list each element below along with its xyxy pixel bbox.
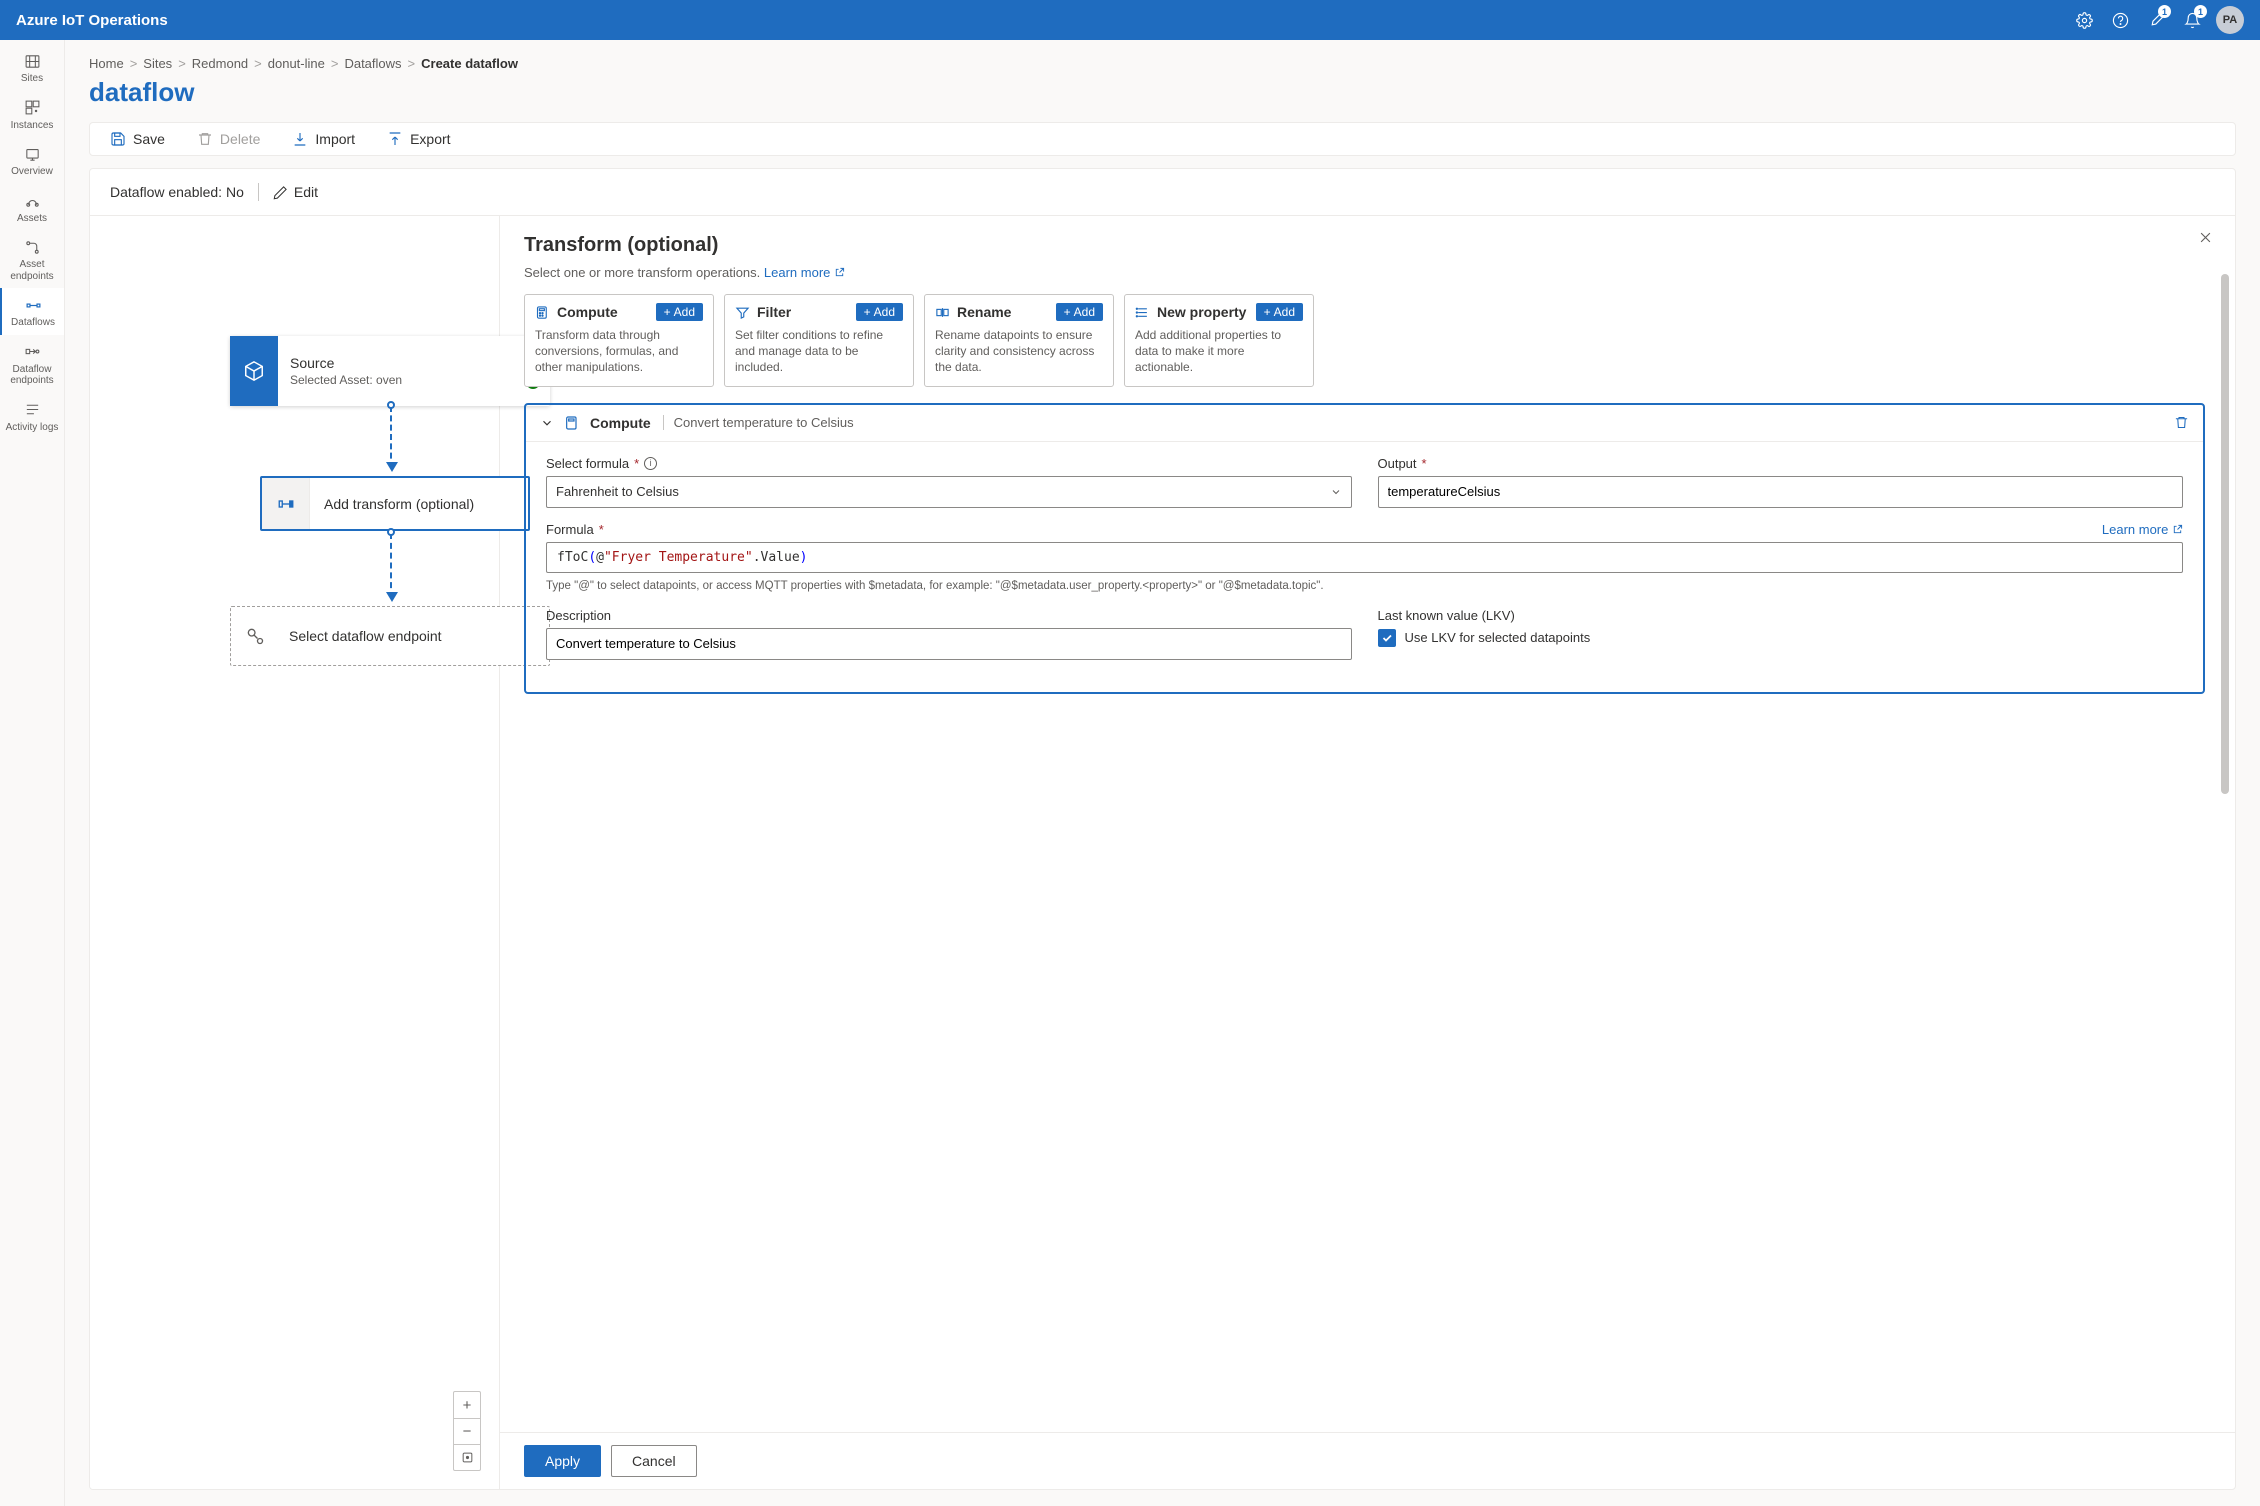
export-button[interactable]: Export [387,131,450,147]
add-new-property-button[interactable]: + Add [1256,303,1303,321]
breadcrumb-link[interactable]: donut-line [268,56,325,71]
transform-node[interactable]: Add transform (optional) [260,476,530,531]
sidenav-label: Dataflow endpoints [2,364,62,387]
apply-button[interactable]: Apply [524,1445,601,1477]
new-property-card: New property + Add Add additional proper… [1124,294,1314,387]
notifications-icon[interactable]: 1 [2174,2,2210,38]
sidenav-label: Sites [21,73,43,85]
sidenav-dataflows[interactable]: Dataflows [0,288,64,335]
dataflow-endpoints-icon [23,343,41,361]
cube-icon [230,336,278,406]
sidenav-assets[interactable]: Assets [0,184,64,231]
filter-card: Filter + Add Set filter conditions to re… [724,294,914,387]
dataflow-canvas[interactable]: Source Selected Asset: oven ⋯ [90,216,500,1489]
compute-card: Compute + Add Transform data through con… [524,294,714,387]
learn-more-link[interactable]: Learn more [2102,522,2183,537]
breadcrumb-link[interactable]: Home [89,56,124,71]
feedback-badge: 1 [2158,5,2171,18]
delete-icon[interactable] [2174,415,2189,430]
assets-icon [23,192,41,210]
output-input[interactable] [1378,476,2184,508]
zoom-fit-button[interactable] [454,1444,480,1470]
sidenav-label: Activity logs [6,422,59,434]
panel-subtitle: Select one or more transform operations.… [524,265,2205,280]
overview-icon [23,145,41,163]
sidenav-label: Dataflows [11,317,55,329]
transform-panel: Transform (optional) Select one or more … [500,216,2235,1489]
rename-card: Rename + Add Rename datapoints to ensure… [924,294,1114,387]
notifications-badge: 1 [2194,5,2207,18]
command-bar: Save Delete Import Export [89,122,2236,156]
delete-button: Delete [197,131,260,147]
breadcrumb: Home> Sites> Redmond> donut-line> Datafl… [89,56,2236,71]
compute-instance: Compute Convert temperature to Celsius S… [524,403,2205,694]
sidenav-activity-logs[interactable]: Activity logs [0,393,64,440]
panel-title: Transform (optional) [524,234,2205,257]
breadcrumb-link[interactable]: Dataflows [344,56,401,71]
save-button[interactable]: Save [110,131,165,147]
formula-hint: Type "@" to select datapoints, or access… [546,578,2183,594]
asset-endpoints-icon [23,238,41,256]
sites-icon [23,52,41,70]
add-filter-button[interactable]: + Add [856,303,903,321]
lkv-checkbox[interactable] [1378,629,1396,647]
endpoint-icon [231,626,279,646]
cancel-button[interactable]: Cancel [611,1445,697,1477]
sidenav-label: Overview [11,166,53,178]
info-icon[interactable]: i [644,457,657,470]
sidenav-label: Asset endpoints [2,259,62,282]
close-icon[interactable] [2198,230,2213,245]
dataflows-icon [24,296,42,314]
endpoint-label: Select dataflow endpoint [279,628,452,644]
page-title: dataflow [89,77,2236,108]
top-bar: Azure IoT Operations 1 1 PA [0,0,2260,40]
formula-input[interactable]: fToC(@"Fryer Temperature".Value) [546,542,2183,573]
sidenav-sites[interactable]: Sites [0,44,64,91]
lkv-checkbox-label: Use LKV for selected datapoints [1405,630,1591,645]
sidenav-label: Instances [11,120,54,132]
import-button[interactable]: Import [292,131,355,147]
zoom-out-button[interactable]: − [454,1418,480,1444]
add-rename-button[interactable]: + Add [1056,303,1103,321]
sidenav-dataflow-endpoints[interactable]: Dataflow endpoints [0,335,64,393]
avatar[interactable]: PA [2216,6,2244,34]
breadcrumb-link[interactable]: Redmond [192,56,248,71]
compute-icon [564,415,580,431]
select-formula-dropdown[interactable]: Fahrenheit to Celsius [546,476,1352,508]
instances-icon [23,99,41,117]
sidenav-asset-endpoints[interactable]: Asset endpoints [0,230,64,288]
sidenav-label: Assets [17,213,47,225]
learn-more-link[interactable]: Learn more [764,265,845,280]
product-title: Azure IoT Operations [16,12,168,29]
zoom-in-button[interactable]: + [454,1392,480,1418]
side-nav: Sites Instances Overview Assets Asset en… [0,40,65,1506]
settings-icon[interactable] [2066,2,2102,38]
breadcrumb-current: Create dataflow [421,56,518,71]
description-input[interactable] [546,628,1352,660]
activity-logs-icon [23,401,41,419]
transform-label: Add transform (optional) [310,496,488,512]
add-compute-button[interactable]: + Add [656,303,703,321]
feedback-icon[interactable]: 1 [2138,2,2174,38]
sidenav-instances[interactable]: Instances [0,91,64,138]
compute-block-name: Convert temperature to Celsius [663,415,854,430]
help-icon[interactable] [2102,2,2138,38]
transform-icon [262,478,310,529]
scrollbar[interactable] [2221,274,2229,794]
edit-button[interactable]: Edit [273,184,318,200]
sidenav-overview[interactable]: Overview [0,137,64,184]
compute-block-title: Compute [590,415,651,431]
breadcrumb-link[interactable]: Sites [143,56,172,71]
chevron-down-icon[interactable] [540,416,554,430]
zoom-controls: + − [453,1391,481,1471]
dataflow-enabled-label: Dataflow enabled: No [110,184,244,200]
